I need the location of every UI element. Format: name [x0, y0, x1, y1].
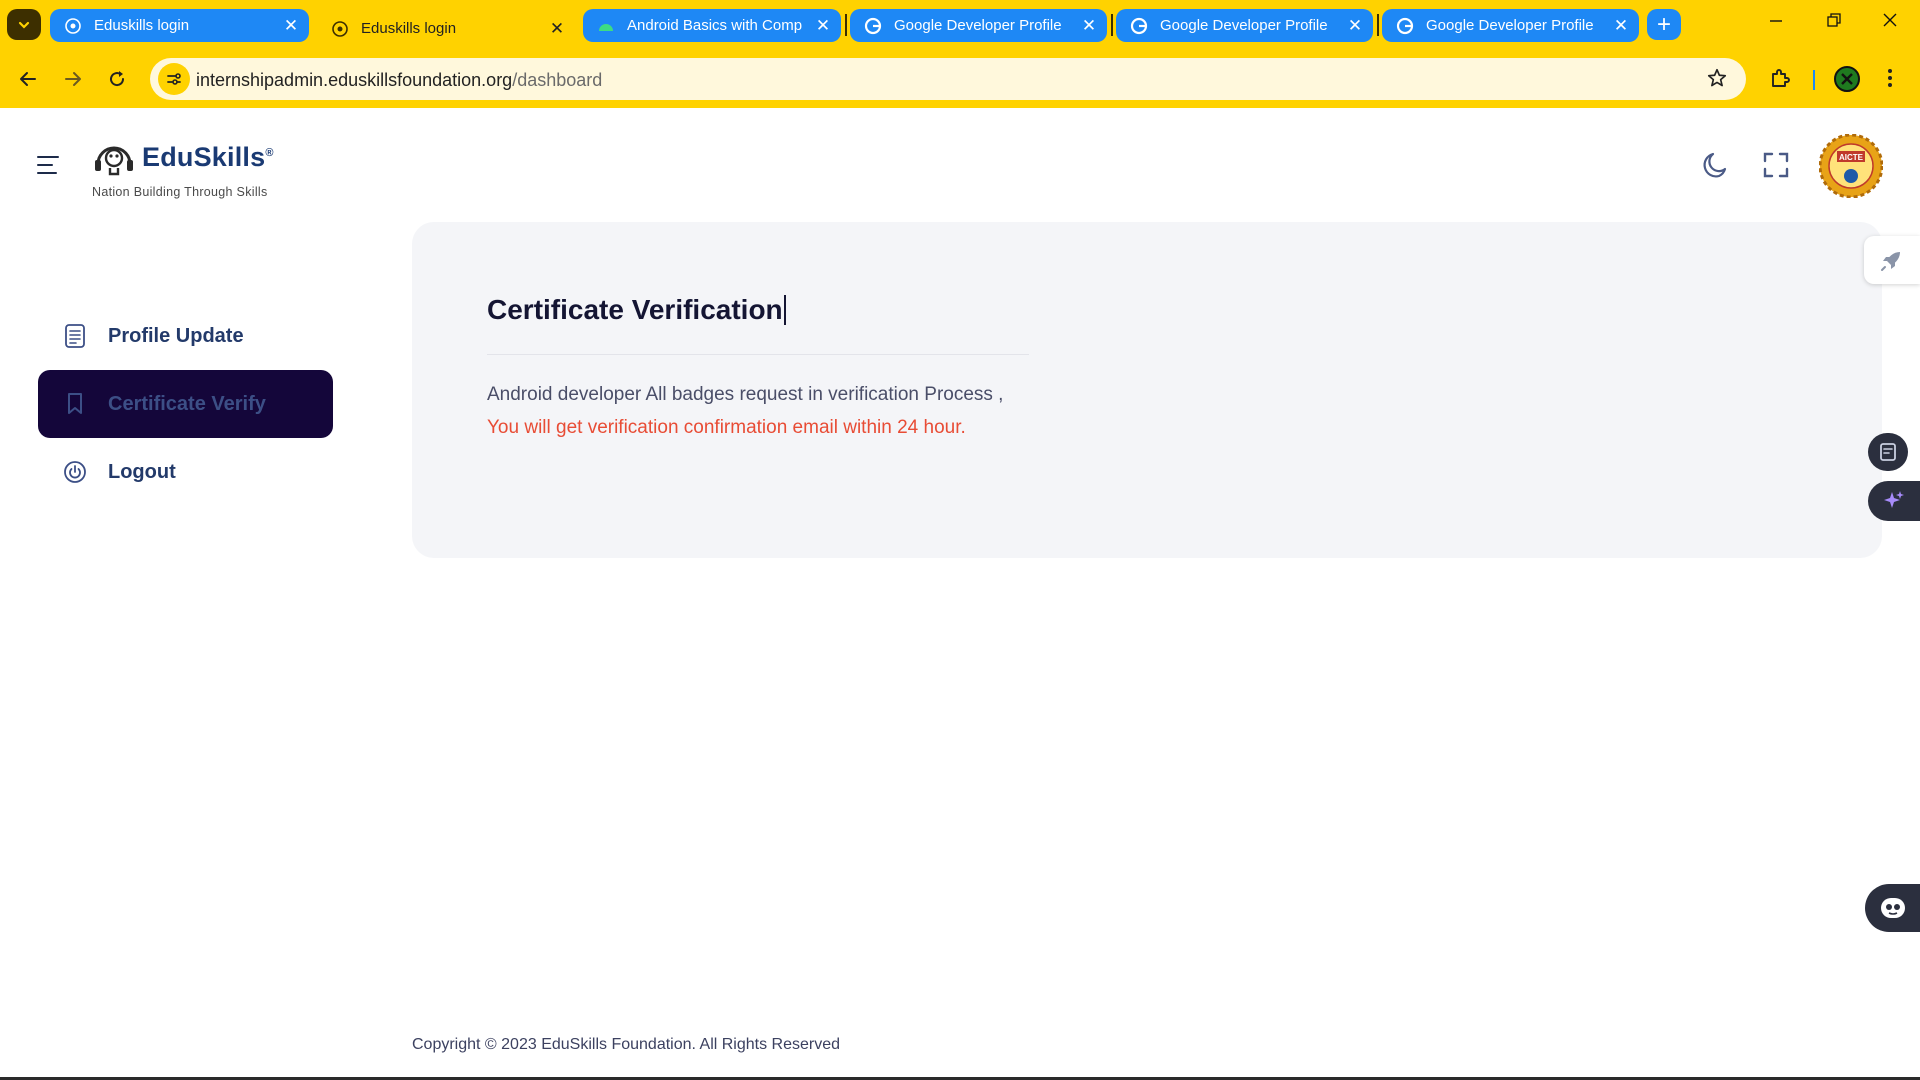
plus-icon: +	[1656, 10, 1671, 38]
browser-toolbar: internshipadmin.eduskillsfoundation.org/…	[0, 50, 1920, 108]
browser-tab[interactable]: Android Basics with Comp ✕	[583, 9, 841, 42]
text-cursor	[783, 295, 786, 325]
browser-tab[interactable]: Google Developer Profile ✕	[850, 9, 1107, 42]
sidebar-nav: Profile Update Certificate Verify Logout	[38, 302, 333, 506]
close-icon[interactable]: ✕	[1347, 16, 1363, 36]
url-path: /dashboard	[512, 70, 603, 90]
restore-window-icon[interactable]	[1826, 12, 1842, 33]
sidebar-item-label: Certificate Verify	[108, 392, 266, 415]
sidebar-item-certificate-verify[interactable]: Certificate Verify	[38, 370, 333, 438]
eduskills-logo-mark-icon	[95, 146, 133, 176]
site-settings-icon[interactable]	[158, 63, 190, 95]
close-icon[interactable]: ✕	[283, 16, 299, 36]
forward-arrow-icon[interactable]	[60, 66, 86, 92]
close-icon[interactable]: ✕	[1081, 16, 1097, 36]
aicte-badge-icon[interactable]: AICTE	[1819, 134, 1883, 198]
logo-tagline: Nation Building Through Skills	[92, 185, 268, 199]
toolbar-separator	[1813, 70, 1815, 90]
google-favicon-icon	[864, 17, 882, 35]
close-window-icon[interactable]	[1882, 12, 1898, 33]
reload-icon[interactable]	[104, 66, 130, 92]
browser-tab-title: Eduskills login	[94, 17, 190, 34]
profile-avatar-icon[interactable]	[1834, 66, 1860, 92]
logo-name: EduSkills®	[142, 142, 274, 172]
eduskills-favicon-icon	[64, 17, 82, 35]
sidebar-item-label: Profile Update	[108, 324, 244, 347]
url-host: internshipadmin.eduskillsfoundation.org	[196, 70, 513, 90]
browser-tab-title: Google Developer Profile	[1426, 17, 1594, 34]
browser-tab[interactable]: Eduskills login ✕	[50, 9, 309, 42]
browser-tab-title: Google Developer Profile	[1160, 17, 1328, 34]
document-list-icon	[62, 323, 88, 349]
aicte-badge-text: AICTE	[1839, 153, 1864, 162]
url-text[interactable]: internshipadmin.eduskillsfoundation.org/…	[196, 70, 602, 91]
ai-assistant-button[interactable]	[1868, 481, 1920, 521]
notes-widget-button[interactable]	[1868, 433, 1908, 471]
chatbot-face-icon	[1880, 898, 1905, 918]
google-favicon-icon	[1130, 17, 1148, 35]
tab-separator	[845, 14, 847, 36]
address-bar[interactable]: internshipadmin.eduskillsfoundation.org/…	[150, 58, 1746, 100]
dark-mode-moon-icon[interactable]	[1700, 150, 1728, 185]
sidebar-item-label: Logout	[108, 460, 176, 483]
minimize-window-icon[interactable]	[1768, 12, 1784, 33]
bookmark-icon	[62, 391, 88, 417]
browser-tab-title: Eduskills login	[361, 20, 457, 37]
tab-separator	[1111, 14, 1113, 36]
footer-copyright: Copyright © 2023 EduSkills Foundation. A…	[412, 1036, 841, 1053]
certificate-verification-card: Certificate Verification Android develop…	[412, 222, 1882, 558]
browser-tab[interactable]: Google Developer Profile ✕	[1116, 9, 1373, 42]
browser-tab-title: Android Basics with Comp	[627, 17, 803, 34]
chevron-down-icon	[18, 21, 30, 29]
verification-email-notice: You will get verification confirmation e…	[487, 417, 966, 438]
close-icon[interactable]: ✕	[815, 16, 831, 36]
rocket-icon	[1881, 252, 1900, 271]
sparkle-icon	[1884, 491, 1904, 508]
google-favicon-icon	[1396, 17, 1414, 35]
sidebar-item-logout[interactable]: Logout	[38, 438, 333, 506]
extensions-puzzle-icon[interactable]	[1768, 66, 1792, 95]
divider	[487, 354, 1029, 355]
new-tab-button[interactable]: +	[1647, 9, 1681, 40]
page-title: Certificate Verification	[487, 294, 786, 326]
eduskills-favicon-icon	[331, 20, 349, 38]
verification-status-message: Android developer All badges request in …	[487, 384, 1004, 405]
rocket-launch-button[interactable]	[1864, 236, 1920, 284]
browser-tab-title: Google Developer Profile	[894, 17, 1062, 34]
browser-menu-icon[interactable]	[1886, 66, 1894, 95]
android-favicon-icon	[597, 17, 615, 35]
sidebar-item-profile-update[interactable]: Profile Update	[38, 302, 333, 370]
dashboard-page: EduSkills® Nation Building Through Skill…	[0, 108, 1920, 1078]
fullscreen-icon[interactable]	[1763, 152, 1789, 183]
document-icon	[1880, 443, 1896, 461]
browser-tab-strip: Eduskills login ✕ Eduskills login ✕ Andr…	[0, 0, 1920, 50]
back-arrow-icon[interactable]	[15, 66, 41, 92]
power-icon	[62, 459, 88, 485]
browser-tab-active[interactable]: Eduskills login ✕	[317, 7, 575, 50]
menu-toggle-icon[interactable]	[37, 156, 59, 180]
close-icon[interactable]: ✕	[549, 19, 565, 39]
chatbot-button[interactable]	[1865, 884, 1920, 932]
bookmark-star-icon[interactable]	[1706, 67, 1728, 94]
browser-tab[interactable]: Google Developer Profile ✕	[1382, 9, 1639, 42]
close-icon[interactable]: ✕	[1613, 16, 1629, 36]
tab-separator	[1377, 14, 1379, 36]
tab-search-button[interactable]	[7, 9, 41, 40]
